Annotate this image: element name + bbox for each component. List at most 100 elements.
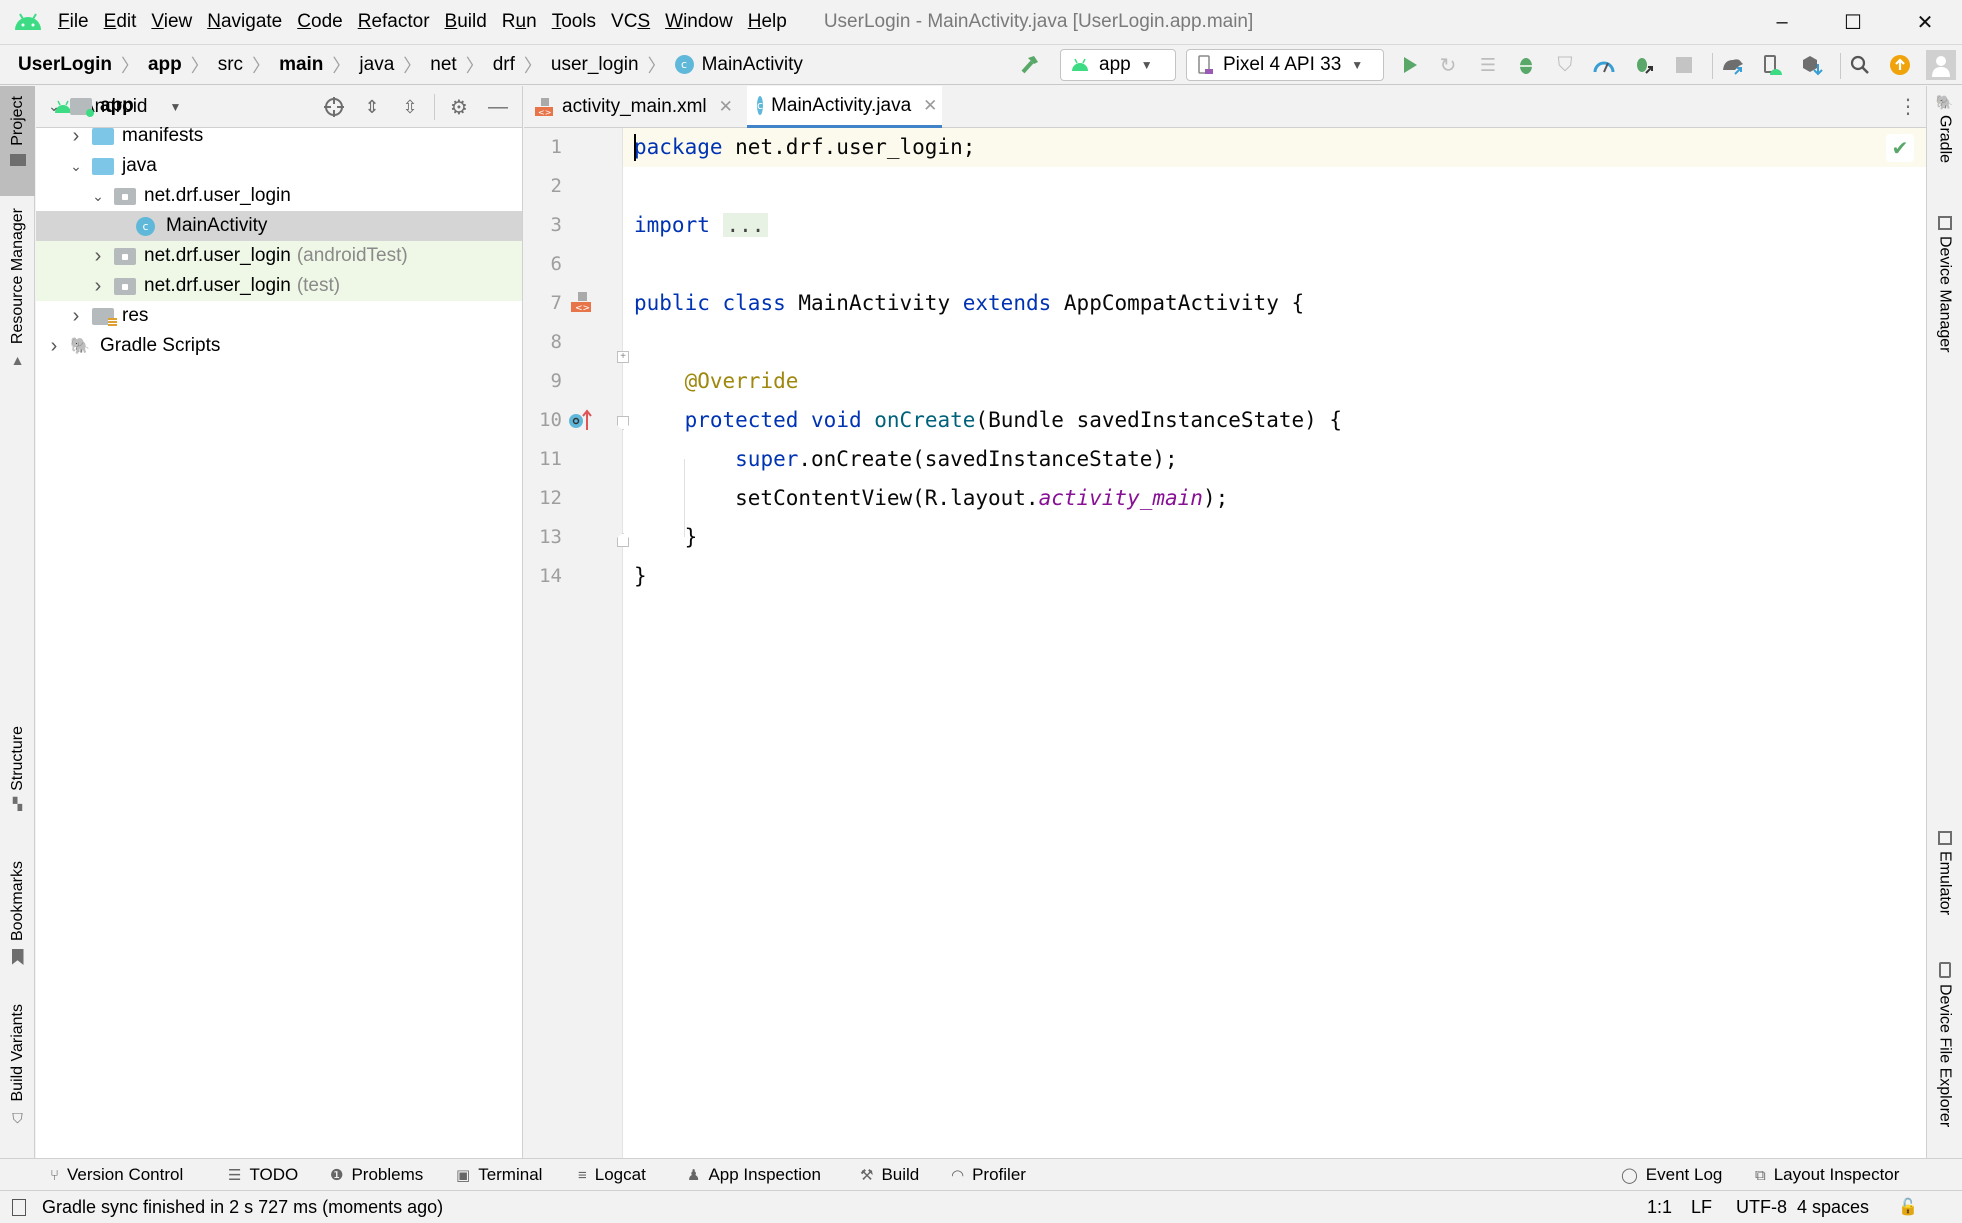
tree-item[interactable]: c MainActivity (36, 211, 522, 241)
file-encoding[interactable]: UTF-8 (1736, 1191, 1787, 1223)
code-line[interactable]: super.onCreate(savedInstanceState); (634, 440, 1178, 479)
fold-imports-toggle[interactable]: + (617, 351, 629, 363)
breadcrumb-item[interactable]: app (148, 54, 182, 76)
profile-button[interactable] (1592, 53, 1616, 77)
breadcrumb-item[interactable]: main (279, 54, 323, 76)
tool-window-problems[interactable]: ❶ Problems (330, 1159, 423, 1191)
tool-tab-build-variants[interactable]: Build Variants ⛉ (0, 1004, 35, 1144)
tool-window-build[interactable]: ⚒ Build (860, 1159, 919, 1191)
tree-item[interactable]: ⌄ java (36, 151, 522, 181)
debug-button[interactable] (1514, 53, 1538, 77)
editor-tab-options-button[interactable]: ⋮ (1898, 94, 1918, 119)
menu-navigate[interactable]: Navigate (207, 11, 282, 33)
chevron-right-icon[interactable]: › (68, 125, 84, 147)
tree-item[interactable]: › 🐘 Gradle Scripts (36, 331, 522, 361)
menu-vcs[interactable]: VCS (611, 11, 650, 33)
tool-tab-resource-manager[interactable]: Resource Manager ▲ (0, 208, 35, 478)
overrides-method-gutter-button[interactable] (568, 409, 594, 436)
chevron-down-icon[interactable]: ⌄ (46, 98, 62, 114)
status-message[interactable]: Gradle sync finished in 2 s 727 ms (mome… (42, 1191, 443, 1223)
chevron-down-icon[interactable]: ⌄ (90, 188, 106, 204)
tree-item[interactable]: › manifests (36, 121, 522, 151)
code-line[interactable]: protected void onCreate(Bundle savedInst… (634, 401, 1343, 440)
breadcrumb-item[interactable]: drf (493, 54, 515, 76)
tool-window-todo[interactable]: ☰ TODO (228, 1159, 298, 1191)
tool-tab-emulator[interactable]: Emulator (1927, 831, 1962, 961)
breadcrumb-item[interactable]: UserLogin (18, 54, 112, 76)
sdk-manager-button[interactable] (1800, 53, 1824, 77)
tool-window-layout-inspector[interactable]: ⧉ Layout Inspector (1755, 1159, 1899, 1191)
code-line[interactable]: import ... (634, 206, 769, 245)
readonly-toggle[interactable]: 🔓 (1898, 1191, 1918, 1223)
tool-window-event-log[interactable]: ◯ Event Log (1621, 1159, 1722, 1191)
menu-view[interactable]: View (151, 11, 192, 33)
code-line[interactable]: } (634, 518, 698, 557)
breadcrumb-item[interactable]: java (359, 54, 394, 76)
tab-mainactivity-java[interactable]: c MainActivity.java ✕ (747, 86, 942, 128)
tree-item[interactable]: ⌄ net.drf.user_login (36, 181, 522, 211)
breadcrumb-item[interactable]: net (430, 54, 456, 76)
breadcrumb-item[interactable]: c MainActivity (674, 54, 803, 76)
close-tab-icon[interactable]: ✕ (923, 96, 937, 116)
menu-help[interactable]: Help (748, 11, 787, 33)
menu-window[interactable]: Window (665, 11, 733, 33)
run-button[interactable] (1398, 53, 1422, 77)
related-layout-gutter-button[interactable]: <> (570, 291, 592, 318)
tool-tab-gradle[interactable]: 🐘 Gradle (1927, 94, 1962, 224)
menu-tools[interactable]: Tools (552, 11, 596, 33)
account-button[interactable] (1926, 50, 1956, 80)
menu-refactor[interactable]: Refactor (358, 11, 430, 33)
device-select[interactable]: Pixel 4 API 33 ▼ (1186, 49, 1384, 81)
search-everywhere-button[interactable] (1848, 53, 1872, 77)
tool-window-profiler[interactable]: ◠ Profiler (951, 1159, 1026, 1191)
menu-build[interactable]: Build (445, 11, 487, 33)
tool-window-logcat[interactable]: ≡ Logcat (578, 1159, 646, 1191)
breadcrumb-item[interactable]: user_login (551, 54, 639, 76)
stop-button[interactable] (1672, 53, 1696, 77)
tool-tab-bookmarks[interactable]: Bookmarks (0, 861, 35, 981)
close-window-button[interactable]: ✕ (1890, 0, 1960, 45)
chevron-right-icon[interactable]: › (90, 275, 106, 297)
code-line[interactable]: @Override (634, 362, 799, 401)
code-line[interactable]: } (634, 557, 647, 596)
chevron-right-icon[interactable]: › (68, 305, 84, 327)
caret-position[interactable]: 1:1 (1647, 1191, 1672, 1223)
inspection-status-widget[interactable]: ✔ (1886, 134, 1914, 162)
code-editor[interactable]: 1 2 3 6 7 8 9 10 11 12 13 14 package net.drf.user_l… (524, 128, 1926, 1158)
chevron-down-icon[interactable]: ⌄ (68, 158, 84, 174)
build-button[interactable] (1018, 53, 1042, 77)
apply-code-changes-button[interactable]: ☰ (1476, 53, 1500, 77)
tool-tab-project[interactable]: Project (0, 86, 35, 196)
run-with-coverage-button[interactable]: ⛉ (1553, 53, 1577, 77)
tree-item[interactable]: ⌄ app (36, 91, 522, 121)
tab-activity-main-xml[interactable]: <> activity_main.xml ✕ (524, 86, 746, 128)
folded-imports[interactable]: ... (722, 213, 769, 237)
tree-item[interactable]: › net.drf.user_login (androidTest) (36, 241, 522, 271)
apply-changes-button[interactable]: ↻ (1436, 53, 1460, 77)
tool-tab-structure[interactable]: Structure ▚ (0, 726, 35, 826)
gradle-sync-button[interactable] (1721, 53, 1745, 77)
menu-file[interactable]: File (58, 11, 89, 33)
run-configuration-select[interactable]: app ▼ (1060, 49, 1176, 81)
close-tab-icon[interactable]: ✕ (719, 97, 733, 117)
tree-item[interactable]: › net.drf.user_login (test) (36, 271, 522, 301)
tool-window-terminal[interactable]: ▣ Terminal (456, 1159, 542, 1191)
menu-code[interactable]: Code (297, 11, 342, 33)
indent-setting[interactable]: 4 spaces (1797, 1191, 1869, 1223)
toggle-tool-windows-button[interactable] (12, 1191, 26, 1223)
attach-debugger-button[interactable] (1632, 53, 1656, 77)
tool-window-version-control[interactable]: ⑂ Version Control (50, 1159, 183, 1191)
line-separator[interactable]: LF (1691, 1191, 1712, 1223)
tree-item[interactable]: › res (36, 301, 522, 331)
chevron-right-icon[interactable]: › (90, 245, 106, 267)
menu-run[interactable]: Run (502, 11, 537, 33)
breadcrumb-item[interactable]: src (218, 54, 243, 76)
minimize-button[interactable]: – (1747, 0, 1817, 45)
code-line[interactable]: setContentView(R.layout.activity_main); (634, 479, 1228, 518)
maximize-button[interactable]: ☐ (1818, 0, 1888, 45)
code-line[interactable]: package net.drf.user_login; (634, 128, 975, 167)
update-button[interactable] (1888, 53, 1912, 77)
tool-window-app-inspection[interactable]: ♟ App Inspection (687, 1159, 821, 1191)
tool-tab-device-file-explorer[interactable]: Device File Explorer (1927, 962, 1962, 1152)
device-manager-button[interactable] (1760, 53, 1784, 77)
